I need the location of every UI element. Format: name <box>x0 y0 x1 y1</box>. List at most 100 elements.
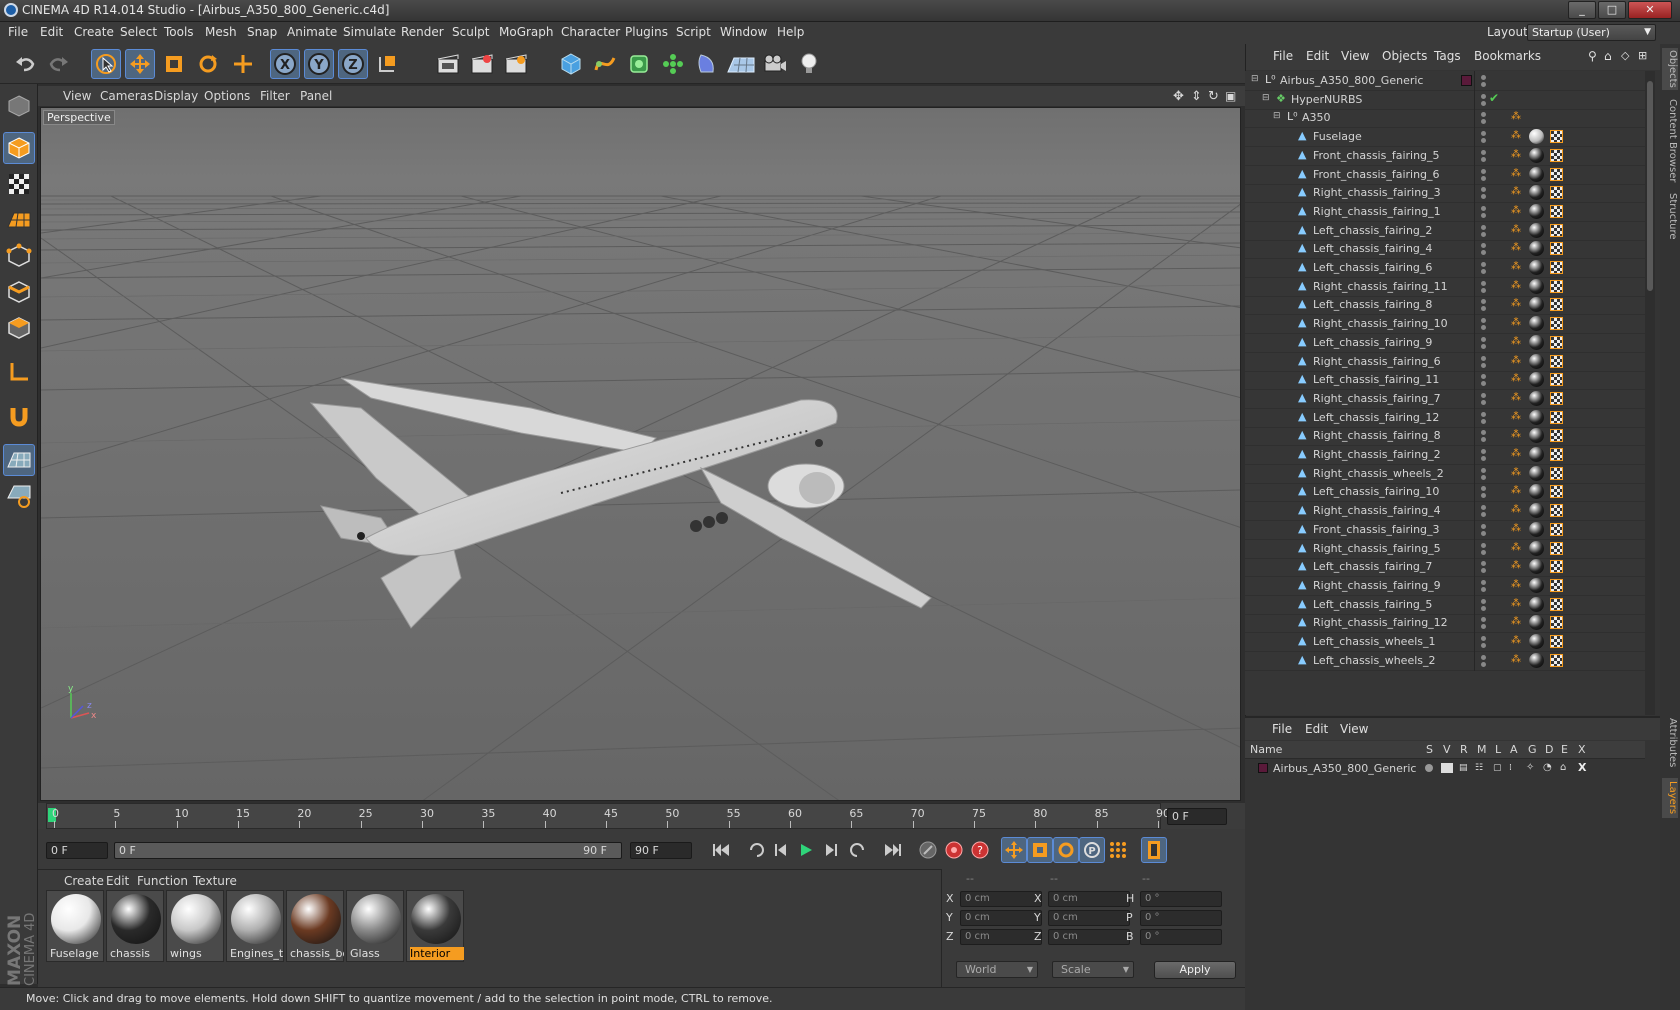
editor-visibility-dot[interactable] <box>1481 430 1486 436</box>
render-visibility-dot[interactable] <box>1481 212 1486 218</box>
menu-snap[interactable]: Snap <box>247 25 277 39</box>
render-visibility-dot[interactable] <box>1481 156 1486 162</box>
material-tag-icon[interactable] <box>1529 185 1544 201</box>
editor-visibility-dot[interactable] <box>1481 224 1486 230</box>
uvw-tag-icon[interactable] <box>1550 410 1563 424</box>
editor-visibility-dot[interactable] <box>1481 542 1486 548</box>
phong-tag-icon[interactable]: ⁂ <box>1511 523 1521 534</box>
expand-toggle-icon[interactable]: ⊟ <box>1251 74 1259 84</box>
render-picture-viewer-icon[interactable] <box>467 49 497 79</box>
transform-mode-select[interactable]: Scale ▼ <box>1052 961 1134 978</box>
render-visibility-dot[interactable] <box>1481 530 1486 536</box>
menu-help[interactable]: Help <box>777 25 804 39</box>
editor-visibility-dot[interactable] <box>1481 299 1486 305</box>
object-row[interactable]: ⊟ L⁰ A350 ⁂ <box>1245 108 1645 129</box>
phong-tag-icon[interactable]: ⁂ <box>1511 448 1521 459</box>
coord-value-field[interactable]: 0 ° <box>1140 910 1222 926</box>
viewport-menu-view[interactable]: View <box>63 89 91 103</box>
object-row[interactable]: ▲ Front_chassis_fairing_3 ⁂ <box>1245 519 1645 540</box>
editor-visibility-dot[interactable] <box>1481 280 1486 286</box>
object-row[interactable]: ▲ Right_chassis_fairing_2 ⁂ <box>1245 445 1645 465</box>
pan-view-icon[interactable]: ✥ <box>1173 89 1184 104</box>
live-selection-icon[interactable] <box>91 49 121 79</box>
material-tag-icon[interactable] <box>1529 390 1544 406</box>
phong-tag-icon[interactable]: ⁂ <box>1511 598 1521 609</box>
editor-visibility-dot[interactable] <box>1481 168 1486 174</box>
record-scale-icon[interactable] <box>1027 837 1053 863</box>
viewport-menu-cameras[interactable]: Cameras <box>100 89 153 103</box>
menu-mesh[interactable]: Mesh <box>205 25 237 39</box>
material-menu-edit[interactable]: Edit <box>106 874 129 888</box>
material-tag-icon[interactable] <box>1529 559 1544 575</box>
coord-value-field[interactable]: 0 cm <box>1048 891 1130 907</box>
material-tag-icon[interactable] <box>1529 316 1544 332</box>
uvw-tag-icon[interactable] <box>1550 429 1563 443</box>
x-axis-icon[interactable]: X <box>270 49 300 79</box>
new-view-icon[interactable]: ⊞ <box>1638 49 1647 62</box>
render-visibility-dot[interactable] <box>1481 456 1486 461</box>
phong-tag-icon[interactable]: ⁂ <box>1511 467 1521 478</box>
editor-visibility-dot[interactable] <box>1481 654 1486 660</box>
render-visibility-dot[interactable] <box>1481 474 1486 480</box>
object-row[interactable]: ▲ Left_chassis_fairing_5 ⁂ <box>1245 594 1645 615</box>
planar-workplane-icon[interactable] <box>3 480 35 512</box>
tab-attributes[interactable]: Attributes <box>1662 714 1678 772</box>
editor-visibility-dot[interactable] <box>1481 579 1486 585</box>
object-menu-file[interactable]: File <box>1273 49 1293 63</box>
phong-tag-icon[interactable]: ⁂ <box>1511 298 1521 309</box>
render-visibility-dot[interactable] <box>1481 549 1486 555</box>
render-visibility-dot[interactable] <box>1481 512 1486 518</box>
object-row[interactable]: ▲ Right_chassis_fairing_8 ⁂ <box>1245 426 1645 447</box>
material-swatch[interactable]: chassis <box>106 890 164 962</box>
object-row[interactable]: ▲ Left_chassis_fairing_7 ⁂ <box>1245 557 1645 578</box>
maximize-view-icon[interactable]: ▣ <box>1225 89 1236 103</box>
coord-value-field[interactable]: 0 ° <box>1140 891 1222 907</box>
home-icon[interactable]: ⌂ <box>1604 49 1612 63</box>
render-visibility-dot[interactable] <box>1481 362 1486 368</box>
editor-visibility-dot[interactable] <box>1481 617 1486 623</box>
object-row[interactable]: ▲ Right_chassis_fairing_9 ⁂ <box>1245 575 1645 596</box>
previous-frame-icon[interactable] <box>768 837 794 863</box>
layer-menu-file[interactable]: File <box>1272 722 1292 736</box>
uvw-tag-icon[interactable] <box>1550 148 1563 162</box>
layer-render-toggle[interactable]: ▤ <box>1459 763 1468 773</box>
material-tag-icon[interactable] <box>1529 409 1544 425</box>
close-button[interactable]: ✕ <box>1628 1 1672 19</box>
material-tag-icon[interactable] <box>1529 465 1544 481</box>
uvw-tag-icon[interactable] <box>1550 335 1563 349</box>
record-keys-icon[interactable] <box>915 837 941 863</box>
render-settings-icon[interactable] <box>501 49 531 79</box>
object-row[interactable]: ▲ Left_chassis_fairing_8 ⁂ <box>1245 295 1645 316</box>
perspective-viewport[interactable]: y z x Perspective <box>40 107 1241 801</box>
uvw-tag-icon[interactable] <box>1550 560 1563 574</box>
uvw-tag-icon[interactable] <box>1550 261 1563 274</box>
layer-generators-toggle[interactable]: ✧ <box>1526 762 1534 773</box>
editor-visibility-dot[interactable] <box>1481 505 1486 511</box>
material-tag-icon[interactable] <box>1529 166 1544 182</box>
layer-expressions-toggle[interactable]: ⌂ <box>1560 762 1566 773</box>
timeline-scheme-icon[interactable] <box>1141 837 1167 863</box>
object-row[interactable]: ▲ Right_chassis_fairing_12 ⁂ <box>1245 613 1645 634</box>
object-row[interactable]: ▲ Left_chassis_wheels_1 ⁂ <box>1245 632 1645 652</box>
floor-icon[interactable] <box>726 49 756 79</box>
uvw-tag-icon[interactable] <box>1550 204 1563 218</box>
spline-icon[interactable] <box>590 49 620 79</box>
uvw-tag-icon[interactable] <box>1550 317 1563 331</box>
phong-tag-icon[interactable]: ⁂ <box>1511 242 1521 253</box>
render-visibility-dot[interactable] <box>1481 119 1486 125</box>
menu-window[interactable]: Window <box>720 25 767 39</box>
uvw-tag-icon[interactable] <box>1550 597 1563 611</box>
phong-tag-icon[interactable]: ⁂ <box>1511 261 1521 272</box>
coord-value-field[interactable]: 0 cm <box>1048 929 1130 945</box>
editor-visibility-dot[interactable] <box>1481 149 1486 155</box>
apply-button[interactable]: Apply <box>1154 961 1236 979</box>
object-row[interactable]: ▲ Right_chassis_wheels_2 ⁂ <box>1245 463 1645 484</box>
editor-visibility-dot[interactable] <box>1481 93 1486 99</box>
object-row[interactable]: ▲ Left_chassis_fairing_2 ⁂ <box>1245 220 1645 241</box>
uvw-tag-icon[interactable] <box>1550 616 1563 630</box>
tree-icon[interactable]: ◇ <box>1621 49 1629 62</box>
editor-visibility-dot[interactable] <box>1481 336 1486 342</box>
editor-visibility-dot[interactable] <box>1481 449 1486 454</box>
material-tag-icon[interactable] <box>1529 596 1544 612</box>
object-row[interactable]: ▲ Left_chassis_fairing_11 ⁂ <box>1245 370 1645 391</box>
